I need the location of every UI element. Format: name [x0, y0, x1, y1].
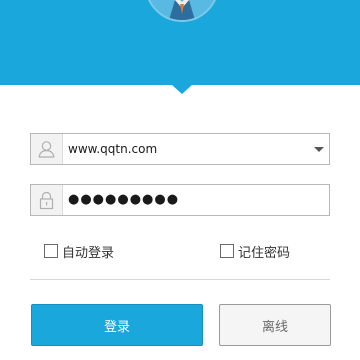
user-icon: [38, 141, 55, 158]
header-notch: [172, 85, 192, 94]
avatar-illustration-icon: [147, 0, 217, 20]
remember-password-option[interactable]: 记住密码: [220, 242, 291, 261]
chevron-down-icon: [314, 147, 324, 152]
username-icon-box: [31, 134, 63, 164]
auto-login-option[interactable]: 自动登录: [44, 242, 115, 261]
login-button-label: 登录: [103, 319, 130, 335]
auto-login-label: 自动登录: [62, 245, 115, 261]
username-field: [30, 133, 330, 165]
remember-password-label: 记住密码: [238, 245, 291, 261]
header-banner: [0, 0, 360, 85]
offline-button[interactable]: 离线: [219, 304, 331, 346]
username-input[interactable]: [68, 134, 308, 164]
lock-icon: [39, 191, 54, 210]
login-window: ●●●●●●●●● 自动登录 记住密码 登录 离线: [0, 0, 360, 360]
password-icon-box: [31, 185, 63, 215]
divider: [30, 279, 330, 280]
avatar: [145, 0, 219, 22]
login-button[interactable]: 登录: [31, 304, 203, 346]
username-dropdown-button[interactable]: [309, 134, 329, 164]
remember-password-checkbox[interactable]: [220, 244, 234, 258]
password-field: ●●●●●●●●●: [30, 184, 330, 216]
password-input[interactable]: ●●●●●●●●●: [68, 185, 308, 215]
offline-button-label: 离线: [261, 319, 288, 335]
auto-login-checkbox[interactable]: [44, 244, 58, 258]
